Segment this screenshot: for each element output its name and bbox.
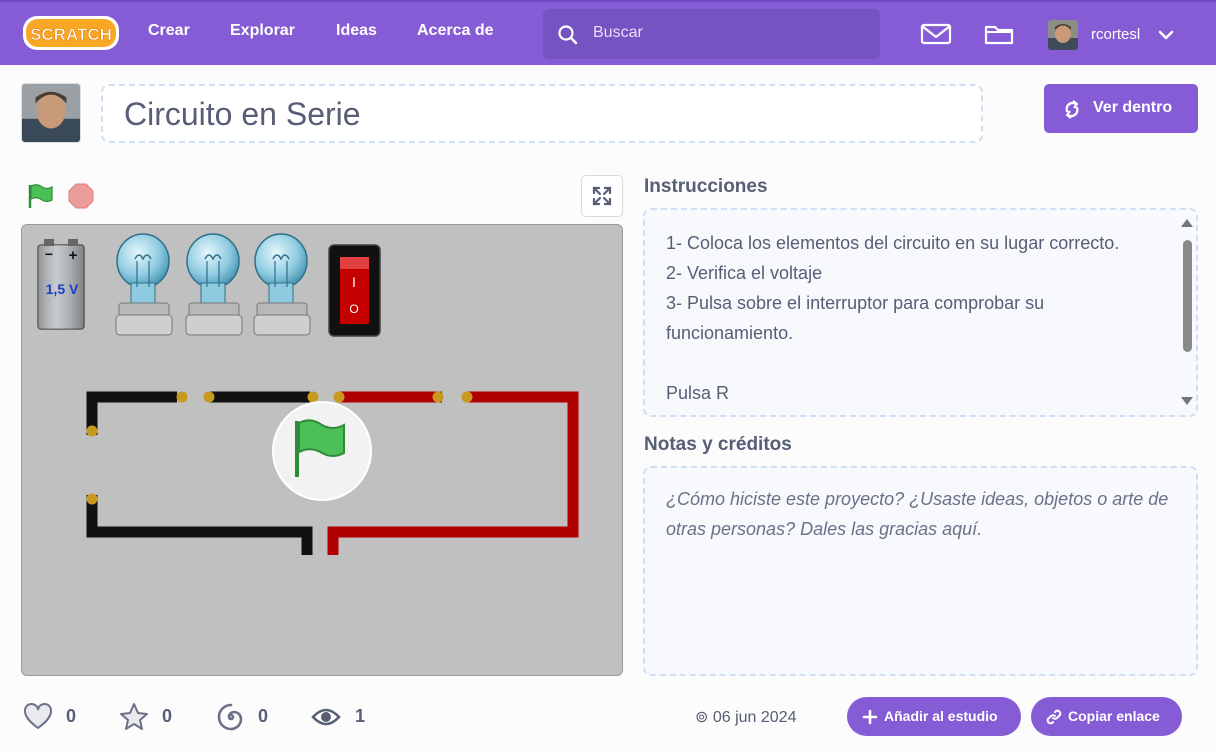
project-title[interactable]: Circuito en Serie (124, 96, 361, 133)
battery-sprite[interactable]: − + 1,5 V (37, 239, 85, 330)
switch-sprite[interactable]: I O (328, 244, 381, 337)
green-flag-icon[interactable] (26, 182, 54, 210)
plus-icon (862, 709, 878, 725)
search-box[interactable]: Buscar (543, 9, 880, 59)
user-avatar[interactable] (1048, 20, 1078, 50)
nav-explore-link[interactable]: Explorar (230, 22, 295, 40)
share-date-value: 06 jun 2024 (712, 709, 797, 726)
nav-about-link[interactable]: Acerca de (417, 22, 494, 40)
remixes-count: 0 (258, 706, 269, 726)
notes-heading: Notas y créditos (644, 434, 792, 455)
scroll-up-icon[interactable] (1180, 218, 1194, 228)
battery-minus: − (45, 246, 53, 262)
views-count: 1 (355, 706, 366, 726)
loves-count: 0 (66, 706, 77, 726)
mail-icon[interactable] (920, 19, 952, 49)
start-overlay-button[interactable] (272, 401, 372, 501)
project-stage[interactable]: − + 1,5 V I O (21, 224, 623, 676)
add-to-studio-button[interactable]: Añadir al estudio (847, 697, 1021, 736)
remix-icon (1065, 100, 1079, 119)
nav-create-link[interactable]: Crear (148, 22, 190, 40)
chevron-down-icon[interactable] (1157, 27, 1175, 43)
username[interactable]: rcortesl (1091, 26, 1140, 43)
scroll-thumb[interactable] (1183, 240, 1192, 352)
see-inside-label: Ver dentro (1093, 99, 1173, 116)
bulb-sprite-3[interactable] (253, 233, 311, 336)
author-avatar[interactable] (21, 83, 81, 143)
scroll-down-icon[interactable] (1180, 396, 1194, 406)
instructions-text[interactable]: 1- Coloca los elementos del circuito en … (666, 228, 1166, 408)
instructions-scrollbar[interactable] (1180, 218, 1194, 408)
notes-field[interactable]: ¿Cómo hiciste este proyecto? ¿Usaste ide… (643, 466, 1198, 676)
fullscreen-button[interactable] (581, 175, 623, 217)
copy-link-label: Copiar enlace (1068, 708, 1160, 724)
star-icon[interactable] (119, 702, 149, 732)
stop-icon[interactable] (67, 182, 95, 210)
switch-off-mark: O (349, 302, 358, 316)
switch-on-mark: I (352, 274, 356, 290)
fullscreen-icon (592, 186, 612, 206)
scratch-logo-text: SCRATCH (30, 25, 112, 44)
search-icon (558, 25, 578, 45)
bulb-sprite-2[interactable] (185, 233, 243, 336)
scratch-logo[interactable]: SCRATCH (22, 14, 120, 52)
instructions-field[interactable]: 1- Coloca los elementos del circuito en … (643, 208, 1198, 417)
nav-ideas-link[interactable]: Ideas (336, 22, 377, 40)
copy-link-button[interactable]: Copiar enlace (1031, 697, 1182, 736)
project-title-field[interactable]: Circuito en Serie (101, 84, 983, 143)
share-date: ⊚ 06 jun 2024 (695, 709, 797, 726)
battery-voltage-label: 1,5 V (46, 281, 79, 297)
spiral-icon (217, 703, 243, 731)
folder-icon[interactable] (983, 19, 1015, 49)
navbar: SCRATCH Crear Explorar Ideas Acerca de B… (0, 0, 1216, 65)
instructions-heading: Instrucciones (644, 176, 768, 197)
see-inside-button[interactable]: Ver dentro (1044, 84, 1198, 133)
battery-plus: + (69, 247, 78, 264)
heart-icon[interactable] (23, 702, 53, 732)
link-icon (1046, 709, 1062, 725)
bulb-sprite-1[interactable] (115, 233, 173, 336)
notes-placeholder[interactable]: ¿Cómo hiciste este proyecto? ¿Usaste ide… (666, 484, 1176, 544)
search-input[interactable]: Buscar (593, 24, 643, 42)
eye-icon (311, 708, 341, 726)
add-to-studio-label: Añadir al estudio (884, 708, 998, 724)
favorites-count: 0 (162, 706, 173, 726)
